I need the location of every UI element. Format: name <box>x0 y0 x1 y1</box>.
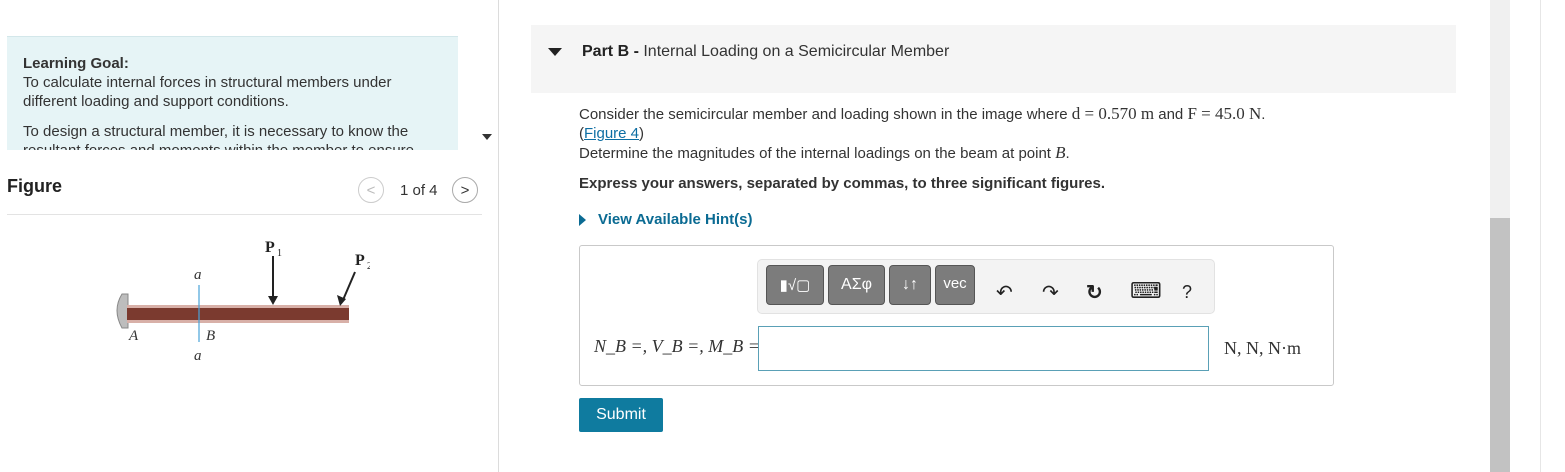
part-prefix: Part B <box>582 43 630 60</box>
answer-equation-label: N_B =, V_B =, M_B = <box>594 336 760 356</box>
redo-icon[interactable]: ↷ <box>1042 280 1059 305</box>
right-edge-panel <box>1540 0 1565 472</box>
next-figure-button[interactable]: > <box>452 177 478 203</box>
label-p2: P <box>355 252 365 269</box>
label-a-top: a <box>194 267 202 283</box>
d-value: d = 0.570 m <box>1071 104 1155 123</box>
keyboard-icon[interactable]: ⌨ <box>1130 278 1162 304</box>
figure-divider <box>7 214 482 215</box>
vector-label: vec <box>943 275 967 292</box>
learning-goal-line: To design a structural member, it is nec… <box>23 123 409 140</box>
submit-button[interactable]: Submit <box>579 398 663 432</box>
label-a-bottom: a <box>194 348 202 364</box>
label-p2-sub: 2 <box>367 261 370 272</box>
answer-input[interactable] <box>758 326 1209 371</box>
beam-top-edge <box>127 305 349 308</box>
reset-icon[interactable]: ↻ <box>1086 280 1103 305</box>
templates-button[interactable]: ▮√▢ <box>766 265 824 305</box>
arrows-button[interactable]: ↓↑ <box>889 265 931 305</box>
learning-goal-title: Learning Goal: <box>23 55 129 72</box>
question-and: and <box>1154 106 1188 123</box>
learning-goal-box: Learning Goal: To calculate internal for… <box>7 36 458 150</box>
vector-button[interactable]: vec <box>935 265 975 305</box>
part-title[interactable]: Part B - Internal Loading on a Semicircu… <box>582 43 949 61</box>
question-end: . <box>1065 145 1070 162</box>
greek-symbols-label: ΑΣφ <box>841 276 872 293</box>
arrows-icon: ↓↑ <box>902 276 918 293</box>
templates-icon: ▮√▢ <box>779 277 811 294</box>
caret-right-icon <box>579 213 586 226</box>
wall-support-icon <box>116 293 129 329</box>
learning-goal-line: different loading and support conditions… <box>23 93 289 110</box>
question-intro: Consider the semicircular member and loa… <box>579 106 1072 123</box>
view-hints-label: View Available Hint(s) <box>598 211 753 228</box>
learning-goal-line: To calculate internal forces in structur… <box>23 74 392 91</box>
collapse-caret-icon[interactable] <box>548 48 562 56</box>
question-text: Consider the semicircular member and loa… <box>579 104 1266 162</box>
question-period: . <box>1261 106 1266 123</box>
part-separator: - <box>629 43 644 60</box>
label-p1-sub: 1 <box>277 248 282 259</box>
chevron-left-icon: < <box>366 181 376 199</box>
panel-divider[interactable] <box>498 0 499 472</box>
label-point-a: A <box>128 328 139 344</box>
point-b: B <box>1055 143 1066 162</box>
help-button[interactable]: ? <box>1182 282 1192 303</box>
scroll-down-arrow-icon[interactable] <box>482 134 492 140</box>
load-p2-arrow <box>342 271 356 301</box>
scrollbar-thumb[interactable] <box>1490 218 1510 472</box>
beam-bottom-edge <box>127 320 349 323</box>
previous-figure-button[interactable]: < <box>358 177 384 203</box>
chevron-right-icon: > <box>460 181 470 199</box>
question-determine: Determine the magnitudes of the internal… <box>579 145 1056 162</box>
label-point-b: B <box>206 328 215 344</box>
figure-heading: Figure <box>7 176 63 196</box>
figure-page-count: 1 of 4 <box>400 182 438 199</box>
learning-goal-line: resultant forces and moments within the … <box>23 141 442 150</box>
f-value: F = 45.0 N <box>1187 104 1262 123</box>
part-title-text: Internal Loading on a Semicircular Membe… <box>643 43 950 60</box>
beam-figure: P 1 P 2 a a A B <box>116 239 370 364</box>
label-p1: P <box>265 239 275 256</box>
figure-link[interactable]: Figure 4 <box>584 125 639 142</box>
answer-instruction: Express your answers, separated by comma… <box>579 175 1106 192</box>
load-p1-arrowhead-icon <box>268 296 278 305</box>
answer-units: N, N, N·m <box>1224 338 1301 358</box>
view-hints-link[interactable]: View Available Hint(s) <box>579 211 753 228</box>
greek-symbols-button[interactable]: ΑΣφ <box>828 265 885 305</box>
undo-icon[interactable]: ↶ <box>996 280 1013 305</box>
